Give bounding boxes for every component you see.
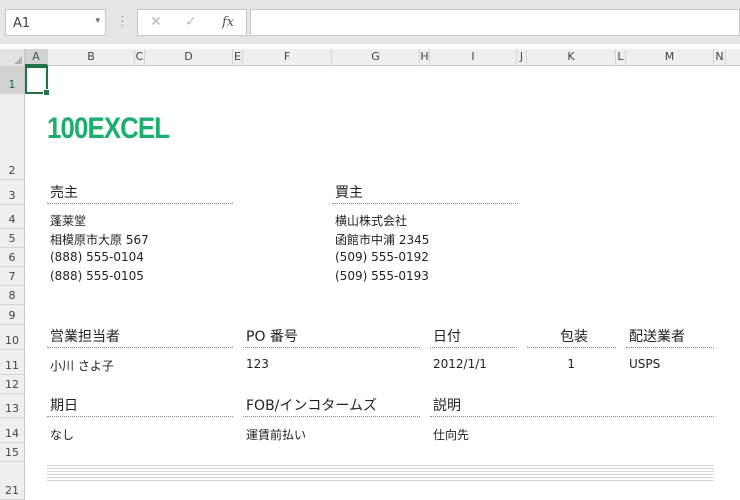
- package-value[interactable]: 1: [527, 357, 578, 371]
- row-header-5[interactable]: 5: [0, 229, 25, 248]
- column-header-b[interactable]: B: [48, 49, 135, 66]
- column-header-j[interactable]: J: [517, 49, 527, 66]
- seller-phone-2[interactable]: (888) 555-0105: [47, 269, 144, 283]
- seller-header[interactable]: 売主: [47, 182, 233, 204]
- row-header-3[interactable]: 3: [0, 180, 25, 205]
- column-header-g[interactable]: G: [332, 49, 420, 66]
- column-header-m[interactable]: M: [626, 49, 714, 66]
- column-header-c[interactable]: C: [135, 49, 145, 66]
- column-header-n[interactable]: N: [714, 49, 726, 66]
- enter-icon[interactable]: ✓: [185, 14, 197, 30]
- row-header-14[interactable]: 14: [0, 418, 25, 443]
- row-header-7[interactable]: 7: [0, 267, 25, 286]
- buyer-header[interactable]: 買主: [332, 182, 518, 204]
- cancel-icon[interactable]: ✕: [150, 14, 162, 30]
- row-header-2[interactable]: 2: [0, 94, 25, 180]
- formula-input[interactable]: [250, 9, 740, 36]
- row-header-4[interactable]: 4: [0, 205, 25, 229]
- column-header-h[interactable]: H: [420, 49, 430, 66]
- po-number-value[interactable]: 123: [243, 357, 269, 371]
- description-value[interactable]: 仕向先: [430, 426, 469, 443]
- seller-address[interactable]: 相模原市大原 567: [47, 231, 149, 248]
- column-header-d[interactable]: D: [145, 49, 233, 66]
- carrier-value[interactable]: USPS: [626, 357, 660, 371]
- package-header[interactable]: 包装: [527, 326, 616, 348]
- chevron-down-icon[interactable]: ▾: [95, 16, 100, 26]
- row-header-9[interactable]: 9: [0, 305, 25, 325]
- fob-incoterms-value[interactable]: 運賃前払い: [243, 426, 306, 443]
- column-header-e[interactable]: E: [233, 49, 243, 66]
- column-header-f[interactable]: F: [243, 49, 332, 66]
- name-box-value: A1: [13, 16, 31, 31]
- formula-bar: A1 ▾ ⋮ ✕ ✓ fx: [0, 0, 740, 44]
- row-header-6[interactable]: 6: [0, 248, 25, 267]
- active-cell-a1[interactable]: [25, 66, 50, 96]
- fob-incoterms-header[interactable]: FOB/インコタームズ: [243, 395, 420, 417]
- date-header[interactable]: 日付: [430, 326, 517, 348]
- due-date-value[interactable]: なし: [47, 426, 74, 443]
- column-headers: A B C D E F G H I J K L M N: [0, 49, 740, 66]
- date-value[interactable]: 2012/1/1: [430, 357, 487, 371]
- buyer-phone-2[interactable]: (509) 555-0193: [332, 269, 429, 283]
- column-header-i[interactable]: I: [430, 49, 517, 66]
- row-header-8[interactable]: 8: [0, 286, 25, 305]
- column-header-a[interactable]: A: [25, 49, 48, 66]
- row-header-10[interactable]: 10: [0, 325, 25, 350]
- po-number-header[interactable]: PO 番号: [243, 326, 420, 348]
- row-header-15[interactable]: 15: [0, 443, 25, 462]
- seller-phone-1[interactable]: (888) 555-0104: [47, 250, 144, 264]
- more-options-icon: ⋮: [116, 14, 129, 29]
- sales-rep-value[interactable]: 小川 さよ子: [47, 357, 114, 374]
- sales-rep-header[interactable]: 営業担当者: [47, 326, 233, 348]
- carrier-header[interactable]: 配送業者: [626, 326, 714, 348]
- column-header-l[interactable]: L: [616, 49, 626, 66]
- description-header[interactable]: 説明: [430, 395, 714, 417]
- due-date-header[interactable]: 期日: [47, 395, 233, 417]
- collapsed-rows-pattern: [47, 463, 714, 481]
- formula-buttons: ✕ ✓ fx: [137, 9, 247, 36]
- row-header-1[interactable]: 1: [0, 66, 25, 94]
- name-box[interactable]: A1 ▾: [5, 9, 106, 36]
- row-header-11[interactable]: 11: [0, 350, 25, 375]
- row-header-12[interactable]: 12: [0, 375, 25, 394]
- buyer-address[interactable]: 函館市中浦 2345: [332, 231, 429, 248]
- select-all-button[interactable]: [0, 49, 25, 66]
- buyer-phone-1[interactable]: (509) 555-0192: [332, 250, 429, 264]
- seller-name[interactable]: 蓬莱堂: [47, 212, 86, 229]
- row-header-21[interactable]: 21: [0, 462, 25, 500]
- company-logo: 100EXCEL: [47, 112, 170, 145]
- insert-function-icon[interactable]: fx: [222, 15, 234, 30]
- buyer-name[interactable]: 横山株式会社: [332, 212, 407, 229]
- row-header-13[interactable]: 13: [0, 394, 25, 418]
- column-header-k[interactable]: K: [527, 49, 616, 66]
